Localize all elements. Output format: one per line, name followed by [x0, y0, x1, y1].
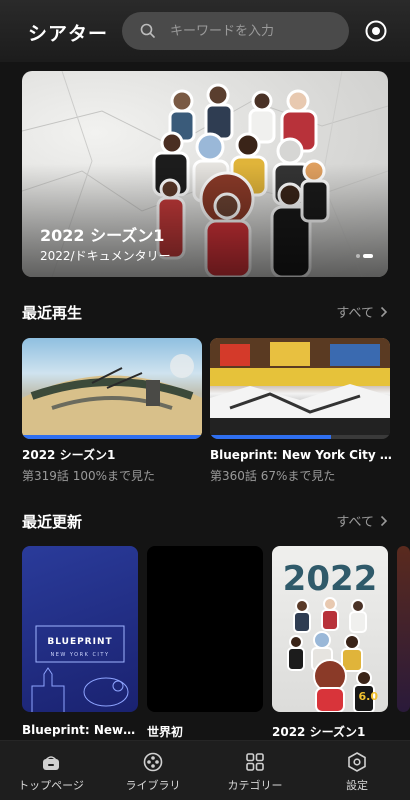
nav-label: 設定: [346, 779, 368, 792]
settings-icon: [348, 752, 366, 772]
nav-item-category[interactable]: カテゴリー: [204, 741, 306, 800]
updated-poster[interactable]: [397, 546, 410, 712]
chevron-right-icon: [380, 515, 388, 526]
chevron-right-icon: [380, 306, 388, 317]
app-title: シアター: [28, 23, 109, 45]
poster-year-text: 2022: [283, 559, 378, 599]
carousel-dot-active[interactable]: [363, 254, 373, 258]
season-poster-artwork: 2022: [283, 559, 378, 712]
nav-item-library[interactable]: ライブラリ: [102, 741, 204, 800]
progress-bar: [210, 435, 331, 439]
hero-banner[interactable]: 2022 シーズン1 2022/ドキュメンタリー: [22, 71, 388, 277]
nav-item-settings[interactable]: 設定: [306, 741, 408, 800]
nav-label: トップページ: [18, 779, 84, 792]
recent-section-title: 最近再生: [22, 304, 83, 322]
search-bar[interactable]: [122, 12, 349, 50]
poster-title: Blueprint: New York City: [22, 723, 138, 737]
rating-badge: 6.0: [358, 690, 379, 703]
poster-title: 世界初: [147, 725, 184, 739]
search-icon: [140, 23, 155, 38]
recent-see-all-link[interactable]: すべて: [336, 302, 388, 321]
updated-section-title: 最近更新: [22, 513, 83, 531]
library-icon: [143, 752, 163, 772]
updated-poster[interactable]: [147, 546, 263, 712]
progress-bar: [22, 435, 202, 439]
recent-section-header: 最近再生 すべて: [22, 302, 388, 326]
search-input[interactable]: [170, 12, 340, 50]
poster-title: 2022 シーズン1: [272, 725, 366, 739]
recent-thumbnail: [22, 338, 202, 439]
city-artwork: [210, 338, 390, 439]
home-icon: [43, 756, 59, 770]
poster-logo-subtext: NEW YORK CITY: [50, 652, 109, 658]
category-icon: [246, 753, 264, 771]
updated-poster[interactable]: BLUEPRINT NEW YORK CITY: [22, 546, 138, 712]
updated-section-header: 最近更新 すべて: [22, 511, 388, 535]
blueprint-artwork: BLUEPRINT NEW YORK CITY: [31, 625, 129, 712]
hero-title: 2022 シーズン1: [40, 226, 165, 245]
recent-title: Blueprint: New York City シーズン1: [210, 448, 395, 462]
hero-subtitle: 2022/ドキュメンタリー: [40, 249, 171, 263]
profile-icon[interactable]: [364, 19, 388, 43]
carousel-dot[interactable]: [356, 254, 360, 258]
updated-poster[interactable]: 2022 6.0: [272, 546, 388, 712]
app-header: シアター: [0, 0, 410, 62]
see-all-label: すべて: [336, 515, 374, 530]
recent-title: 2022 シーズン1: [22, 448, 116, 462]
updated-see-all-link[interactable]: すべて: [336, 511, 388, 530]
bottom-nav: トップページ ライブラリ カテゴリー 設定: [0, 740, 410, 800]
poster-logo-text: BLUEPRINT: [47, 637, 112, 647]
recent-meta: 第319話 100%まで見た: [22, 469, 156, 483]
nav-label: カテゴリー: [227, 779, 283, 792]
nav-label: ライブラリ: [125, 779, 181, 792]
recent-meta: 第360話 67%まで見た: [210, 469, 336, 483]
see-all-label: すべて: [336, 306, 374, 321]
panorama-artwork: [22, 354, 202, 439]
recent-thumbnail: [210, 338, 390, 439]
carousel-indicator: [356, 254, 373, 258]
nav-item-home[interactable]: トップページ: [0, 741, 102, 800]
